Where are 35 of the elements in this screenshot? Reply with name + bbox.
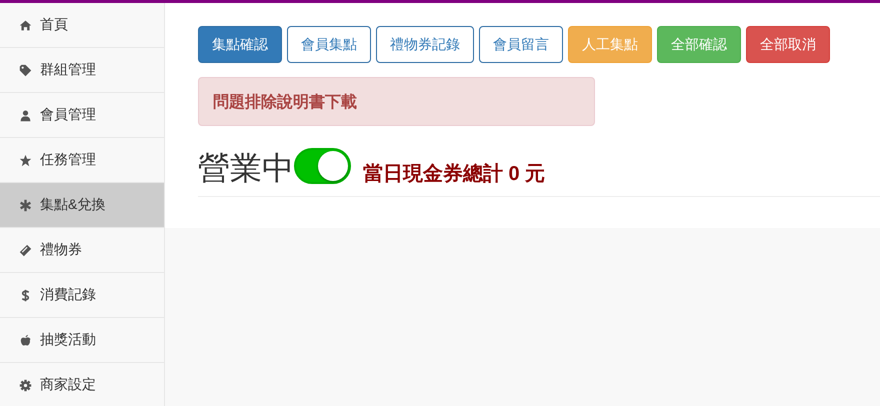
home-icon (19, 18, 32, 32)
sidebar-label: 群組管理 (40, 61, 96, 79)
ticket-icon (19, 244, 32, 256)
settings-icon (19, 378, 32, 392)
sidebar-label: 首頁 (40, 16, 68, 34)
star-icon (19, 154, 32, 166)
toolbar-button[interactable]: 集點確認 (198, 26, 282, 63)
sidebar-item[interactable]: 會員管理 (0, 93, 164, 138)
sidebar-item[interactable]: 抽獎活動 (0, 318, 164, 363)
sidebar-label: 集點&兌換 (40, 196, 106, 214)
sidebar-item[interactable]: 集點&兌換 (0, 183, 164, 228)
status-title: 營業中 (198, 152, 294, 184)
sidebar-label: 任務管理 (40, 151, 96, 169)
download-alert[interactable]: 問題排除說明書下載 (198, 77, 595, 126)
sidebar-item[interactable]: 群組管理 (0, 48, 164, 93)
user-icon (19, 108, 32, 122)
sidebar-label: 商家設定 (40, 376, 96, 394)
daily-total: 當日現金券總計 0 元 (363, 164, 546, 184)
sidebar-item[interactable]: 禮物券 (0, 228, 164, 273)
toolbar-button[interactable]: 禮物券記錄 (376, 26, 474, 63)
sidebar-label: 抽獎活動 (40, 331, 96, 349)
toolbar-button[interactable]: 會員集點 (287, 26, 371, 63)
sidebar-item[interactable]: 首頁 (0, 3, 164, 48)
asterisk-icon (19, 198, 32, 212)
tag-icon (19, 64, 32, 76)
toolbar-button[interactable]: 會員留言 (479, 26, 563, 63)
dollar-icon (19, 288, 32, 302)
sidebar-item[interactable]: 消費記錄 (0, 273, 164, 318)
sidebar-item[interactable]: 商家設定 (0, 363, 164, 406)
apple-icon (19, 334, 32, 346)
toolbar-button[interactable]: 全部取消 (746, 26, 830, 63)
sidebar-label: 會員管理 (40, 106, 96, 124)
toggle-switch[interactable] (294, 148, 351, 184)
sidebar-label: 禮物券 (40, 241, 82, 259)
sidebar-label: 消費記錄 (40, 286, 96, 304)
